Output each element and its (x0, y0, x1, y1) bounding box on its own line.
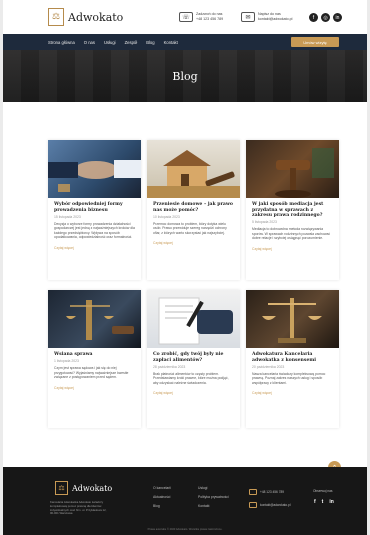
post-excerpt: Mediacja to dobrowolna metoda rozwiązywa… (252, 227, 331, 241)
read-more-link[interactable]: Czytaj więcej (54, 246, 135, 250)
post-date: 5 listopada 2023 (252, 220, 277, 225)
footer-logo[interactable]: ⚖ Adwokato (55, 481, 112, 495)
post-excerpt: Przemoc domowa to problem, który dotyka … (153, 221, 227, 235)
read-more-link[interactable]: Czytaj więcej (252, 391, 333, 395)
post-image[interactable] (147, 290, 240, 348)
footer-link[interactable]: Usługi (198, 484, 229, 493)
footer-about: Kancelaria Adwokacka Adwokato świadczy k… (50, 500, 107, 516)
post-excerpt: Czym jest sprawa sądowa i jak się do nie… (54, 366, 129, 380)
facebook-icon[interactable]: f (309, 13, 318, 22)
footer: ⚖ Adwokato Kancelaria Adwokacka Adwokato… (3, 467, 367, 535)
handshake-illustration (48, 160, 141, 192)
footer-phone-number: +48 123 456 789 (260, 490, 285, 494)
nav-item-about[interactable]: O nas (84, 40, 95, 45)
post-excerpt: Nasza kancelaria świadczy kompleksową po… (252, 371, 326, 385)
read-more-link[interactable]: Czytaj więcej (153, 241, 234, 245)
post-title[interactable]: Wybór odpowiedniej formy prowadzenia biz… (54, 202, 135, 213)
follow-label: Obserwuj nas (313, 489, 333, 493)
blog-card[interactable]: Co zrobić, gdy twój były nie zapłaci ali… (147, 290, 240, 428)
blog-card[interactable]: Adwokatura Kancelaria adwokatka z konsen… (246, 290, 339, 428)
phone-icon: ☏ (179, 12, 193, 22)
page-title: Blog (172, 69, 198, 83)
logo-text: Adwokato (68, 10, 124, 24)
post-excerpt: Decyzja o wyborze formy prowadzenia dzia… (54, 221, 135, 240)
post-title[interactable]: Co zrobić, gdy twój były nie zapłaci ali… (153, 352, 234, 363)
nav-item-services[interactable]: Usługi (104, 40, 116, 45)
read-more-link[interactable]: Czytaj więcej (54, 386, 135, 390)
social-links: f ◎ in (309, 13, 342, 22)
post-title[interactable]: Przeniesie domowe – jak prawo nas może p… (153, 202, 234, 213)
logo[interactable]: ⚖ Adwokato (48, 8, 123, 26)
post-image[interactable] (147, 140, 240, 198)
instagram-icon[interactable]: ◎ (321, 13, 330, 22)
gavel-illustration (275, 148, 334, 198)
mail-address: kontakt@adwokato.pl (258, 17, 293, 21)
main-nav: Strona główna O nas Usługi Zespół Blog K… (3, 34, 367, 50)
facebook-icon[interactable]: f (314, 499, 316, 505)
blog-card[interactable]: Przeniesie domowe – jak prawo nas może p… (147, 140, 240, 280)
phone-number: +48 123 456 789 (196, 17, 224, 21)
footer-logo-text: Adwokato (72, 483, 113, 493)
mail-icon: ✉ (241, 12, 255, 22)
blog-card[interactable]: W jaki sposób mediacja jest przydatna w … (246, 140, 339, 280)
scales-icon: ⚖ (55, 481, 68, 495)
signing-documents-illustration (158, 297, 233, 345)
footer-mail-address: kontakt@adwokato.pl (260, 503, 291, 507)
post-image[interactable] (48, 290, 141, 348)
nav-item-contact[interactable]: Kontakt (164, 40, 178, 45)
mail-icon (249, 502, 257, 508)
page: ⚖ Adwokato ☏ Zadzwoń do nas +48 123 456 … (3, 0, 367, 535)
blog-card[interactable]: Wybór odpowiedniej formy prowadzenia biz… (48, 140, 141, 280)
footer-mail[interactable]: kontakt@adwokato.pl (249, 502, 291, 508)
read-more-link[interactable]: Czytaj więcej (153, 391, 234, 395)
footer-social-links: f t in (314, 499, 334, 505)
footer-link[interactable]: Blog (153, 502, 171, 511)
footer-links-1: O kancelarii Aktualności Blog (153, 484, 171, 511)
post-title[interactable]: Adwokatura Kancelaria adwokatka z konsen… (252, 352, 333, 363)
nav-item-blog[interactable]: Blog (146, 40, 154, 45)
post-date: 1 listopada 2023 (54, 359, 79, 364)
post-image[interactable] (246, 140, 339, 198)
footer-phone[interactable]: +48 123 456 789 (249, 489, 284, 495)
phone-contact[interactable]: ☏ Zadzwoń do nas +48 123 456 789 (179, 12, 223, 22)
footer-link[interactable]: Kontakt (198, 502, 229, 511)
post-date: 15 listopada 2023 (54, 214, 81, 219)
house-gavel-illustration (147, 150, 240, 198)
post-excerpt: Brak płatności alimentów to częsty probl… (153, 371, 229, 385)
hero-banner: Blog (3, 50, 367, 102)
post-date: 10 listopada 2023 (153, 214, 180, 219)
phone-icon (249, 489, 257, 495)
twitter-icon[interactable]: t (322, 499, 324, 505)
post-image[interactable] (246, 290, 339, 348)
scales-icon: ⚖ (48, 8, 64, 26)
post-date: 28 października 2023 (153, 364, 186, 369)
topbar: ⚖ Adwokato ☏ Zadzwoń do nas +48 123 456 … (3, 0, 367, 34)
copyright: Prawa autorskie © 2023 Adwokato. Wszelki… (147, 528, 223, 531)
mail-contact[interactable]: ✉ Napisz do nas kontakt@adwokato.pl (241, 12, 292, 22)
scales-illustration (262, 298, 322, 343)
lady-justice-illustration (66, 300, 134, 340)
nav-item-home[interactable]: Strona główna (48, 40, 75, 45)
read-more-link[interactable]: Czytaj więcej (252, 247, 333, 251)
linkedin-icon[interactable]: in (333, 13, 342, 22)
footer-link[interactable]: O kancelarii (153, 484, 171, 493)
book-appointment-button[interactable]: Umów wizytę (291, 37, 339, 47)
post-date: 20 października 2023 (252, 364, 285, 369)
nav-item-team[interactable]: Zespół (125, 40, 138, 45)
footer-link[interactable]: Polityka prywatności (198, 493, 229, 502)
linkedin-icon[interactable]: in (329, 499, 333, 505)
blog-card[interactable]: Wsiana sprawa 1 listopada 2023 Czym jest… (48, 290, 141, 428)
footer-link[interactable]: Aktualności (153, 493, 171, 502)
post-title[interactable]: Wsiana sprawa (54, 352, 135, 358)
footer-links-2: Usługi Polityka prywatności Kontakt (198, 484, 229, 511)
post-image[interactable] (48, 140, 141, 198)
post-title[interactable]: W jaki sposób mediacja jest przydatna w … (252, 202, 333, 219)
